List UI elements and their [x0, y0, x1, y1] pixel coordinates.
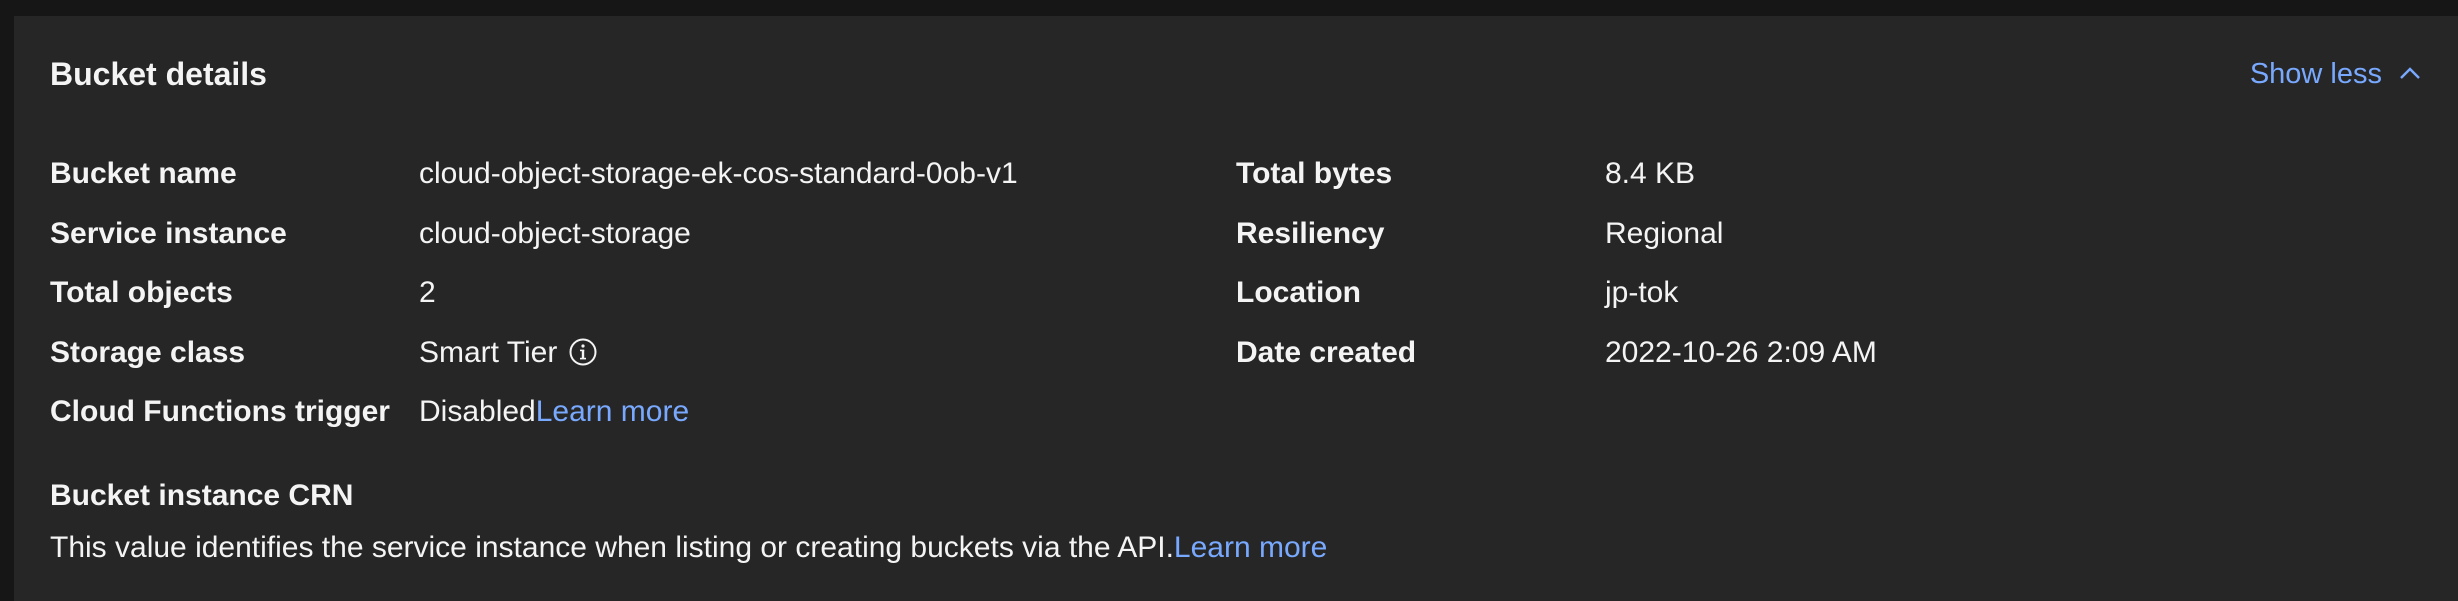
detail-row-bucket-name: Bucket name cloud-object-storage-ek-cos-…	[50, 144, 1018, 204]
detail-row-date-created: Date created 2022-10-26 2:09 AM	[1236, 323, 1877, 383]
detail-label: Date created	[1236, 335, 1417, 369]
bucket-details-panel: Bucket details Show less Bucket name clo…	[14, 16, 2458, 601]
chevron-up-icon	[2400, 67, 2420, 79]
panel-title: Bucket details	[50, 56, 267, 92]
crn-title: Bucket instance CRN	[50, 479, 354, 512]
detail-label: Total objects	[50, 276, 233, 309]
storage-class-value: Smart Tier	[419, 335, 558, 369]
top-strip	[0, 0, 2458, 16]
detail-value: jp-tok	[1605, 276, 1679, 309]
detail-label: Cloud Functions trigger	[50, 395, 390, 428]
detail-row-total-objects: Total objects 2	[50, 263, 1018, 323]
detail-row-storage-class: Storage class Smart Tier	[50, 323, 1018, 383]
crn-description-text: This value identifies the service instan…	[50, 531, 1174, 564]
detail-label: Total bytes	[1236, 157, 1393, 190]
details-left-column: Bucket name cloud-object-storage-ek-cos-…	[50, 144, 1018, 442]
detail-label: Resiliency	[1236, 216, 1385, 250]
detail-value: cloud-object-storage	[419, 216, 691, 250]
detail-label: Location	[1236, 276, 1361, 309]
detail-row-cloud-functions-trigger: Cloud Functions trigger Disabled Learn mo…	[50, 382, 1018, 442]
trigger-learn-more-link[interactable]: Learn more	[536, 382, 689, 442]
detail-value-wrap: Smart Tier	[419, 323, 599, 383]
detail-row-service-instance: Service instance cloud-object-storage	[50, 204, 1018, 264]
detail-row-total-bytes: Total bytes 8.4 KB	[1236, 144, 1877, 204]
info-icon[interactable]	[567, 336, 599, 368]
detail-value: cloud-object-storage-ek-cos-standard-0ob…	[419, 157, 1018, 190]
show-less-button[interactable]: Show less	[2250, 54, 2424, 94]
detail-value: 2	[419, 276, 436, 309]
details-right-column: Total bytes 8.4 KB Resiliency Regional L…	[1236, 144, 1877, 382]
detail-label: Bucket name	[50, 157, 237, 190]
detail-label: Storage class	[50, 335, 246, 369]
crn-learn-more-link[interactable]: Learn more	[1174, 531, 1327, 564]
detail-value: Regional	[1605, 216, 1724, 250]
detail-row-location: Location jp-tok	[1236, 263, 1877, 323]
detail-label: Service instance	[50, 216, 287, 250]
detail-value: 2022-10-26 2:09 AM	[1605, 335, 1877, 369]
show-less-label: Show less	[2249, 58, 2382, 90]
detail-value: 8.4 KB	[1605, 157, 1696, 190]
detail-row-resiliency: Resiliency Regional	[1236, 204, 1877, 264]
trigger-status-value: Disabled	[419, 395, 536, 428]
crn-description: This value identifies the service instan…	[50, 528, 1327, 568]
detail-value-wrap: Disabled Learn more	[419, 382, 689, 442]
